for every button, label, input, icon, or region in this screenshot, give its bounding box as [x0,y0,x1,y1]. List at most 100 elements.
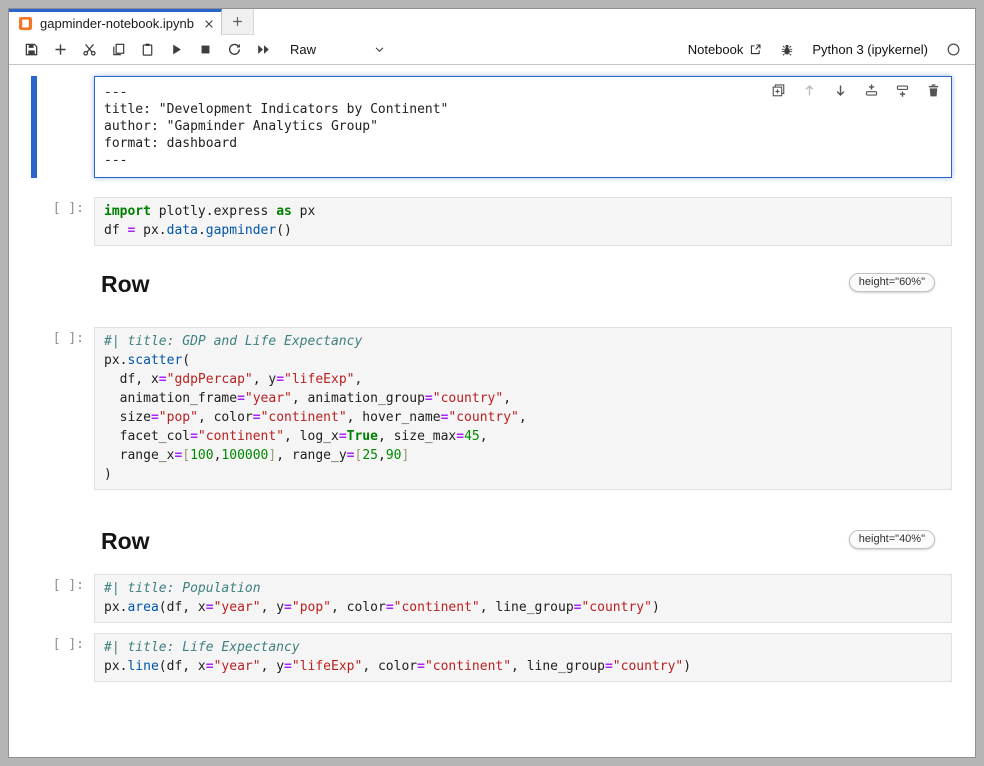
cell-gutter: [ ]: [9,633,94,682]
notebook-content: --- title: "Development Indicators by Con… [9,65,975,757]
close-tab-icon[interactable] [203,18,215,30]
chevron-down-icon [373,43,386,56]
new-tab-button[interactable] [222,9,254,35]
code-token: "continent" [198,429,284,444]
code-token: title: "Development Indicators by Contin… [104,102,448,117]
code-token: 45 [464,429,480,444]
toolbar-right-group: Notebook Python 3 (ipykernel) [688,42,961,57]
restart-kernel-icon [227,42,242,57]
move-cell-up-button[interactable] [802,83,817,98]
code-token: , hover_name [347,410,441,425]
code-token: line [127,659,158,674]
insert-cell-below-button[interactable] [895,83,910,98]
run-all-cells-button[interactable] [249,37,278,62]
notebook-toolbar: Raw Notebook Python 3 (ipykernel) [9,35,975,65]
code-cell-editor[interactable]: #| title: Population px.area(df, x="year"… [94,574,952,623]
code-token: size [104,410,151,425]
markdown-heading: Row [101,271,150,298]
execution-prompt: [ ]: [53,578,84,593]
code-token: "continent" [425,659,511,674]
notebook-file-icon [18,16,33,31]
code-line: px.area(df, x="year", y="pop", color="co… [104,598,942,617]
code-cell-editor[interactable]: import plotly.express as pxdf = px.data.… [94,197,952,246]
insert-cell-below-button[interactable] [46,37,75,62]
execution-prompt: [ ]: [53,637,84,652]
code-token: gapminder [206,223,276,238]
cell-gutter: [ ]: [9,574,94,623]
cut-cells-button[interactable] [75,37,104,62]
code-token: , color [362,659,417,674]
code-line: px.line(df, x="year", y="lifeExp", color… [104,657,942,676]
delete-cell-icon [926,83,941,98]
code-token: scatter [127,353,182,368]
tab-bar: gapminder-notebook.ipynb [9,9,975,35]
code-token: --- [104,153,127,168]
copy-cells-icon [111,42,126,57]
code-line: author: "Gapminder Analytics Group" [104,118,942,135]
move-cell-up-icon [802,83,817,98]
code-token: "year" [214,600,261,615]
code-line: #| title: Life Expectancy [104,638,942,657]
tab-title: gapminder-notebook.ipynb [40,16,196,31]
external-link-icon [749,43,762,56]
code-line: size="pop", color="continent", hover_nam… [104,408,942,427]
code-cell: [ ]: #| title: Life Expectancy px.line(df,… [9,633,975,682]
code-token: 25 [362,448,378,463]
open-in-notebook-button[interactable]: Notebook [688,42,763,57]
code-line: --- [104,152,942,169]
delete-cell-button[interactable] [926,83,941,98]
paste-cells-button[interactable] [133,37,162,62]
code-token: format: dashboard [104,136,237,151]
copy-cells-button[interactable] [104,37,133,62]
debugger-bug-icon[interactable] [780,43,794,57]
notebook-label: Notebook [688,42,744,57]
code-token: = [339,429,347,444]
code-token: , size_max [378,429,456,444]
code-token: data [167,223,198,238]
code-token: , y [261,659,284,674]
code-token: df [104,223,127,238]
code-cell-editor[interactable]: #| title: GDP and Life Expectancypx.scat… [94,327,952,490]
plus-icon [231,15,244,28]
code-token: animation_frame [104,391,237,406]
insert-cell-below-icon [895,83,910,98]
code-line: format: dashboard [104,135,942,152]
insert-cell-above-button[interactable] [864,83,879,98]
height-option-badge: height="40%" [849,530,935,549]
duplicate-cell-button[interactable] [771,83,786,98]
code-token: = [284,659,292,674]
code-token: "country" [613,659,683,674]
code-token: author: "Gapminder Analytics Group" [104,119,378,134]
code-token: ( [182,353,190,368]
code-token: "pop" [159,410,198,425]
code-token: "year" [245,391,292,406]
code-token: , [354,372,362,387]
cut-cells-icon [82,42,97,57]
move-cell-down-icon [833,83,848,98]
code-token: , y [261,600,284,615]
kernel-name[interactable]: Python 3 (ipykernel) [812,42,928,57]
interrupt-kernel-button[interactable] [191,37,220,62]
code-token: --- [104,85,127,100]
code-cell-editor[interactable]: #| title: Life Expectancy px.line(df, x="… [94,633,952,682]
markdown-cell[interactable]: Rowheight="60%" [101,271,935,298]
restart-kernel-button[interactable] [220,37,249,62]
move-cell-down-button[interactable] [833,83,848,98]
active-cell-collapser[interactable] [31,76,37,178]
code-cell: [ ]: #| title: Population px.area(df, x="y… [9,574,975,623]
save-button[interactable] [17,37,46,62]
code-token: ) [652,600,660,615]
code-token: #| title: Life Expectancy [104,640,300,655]
cell-toolbar [771,83,941,98]
code-token: px. [135,223,166,238]
raw-cell-editor[interactable]: --- title: "Development Indicators by Con… [94,76,952,178]
execution-prompt: [ ]: [53,331,84,346]
code-token: #| title: Population [104,581,261,596]
code-token: True [347,429,378,444]
markdown-cell[interactable]: Rowheight="40%" [101,528,935,555]
tab-gapminder-notebook[interactable]: gapminder-notebook.ipynb [9,9,222,35]
code-token: = [151,410,159,425]
code-line: #| title: Population [104,579,942,598]
cell-type-dropdown[interactable]: Raw [290,42,386,57]
run-cell-button[interactable] [162,37,191,62]
